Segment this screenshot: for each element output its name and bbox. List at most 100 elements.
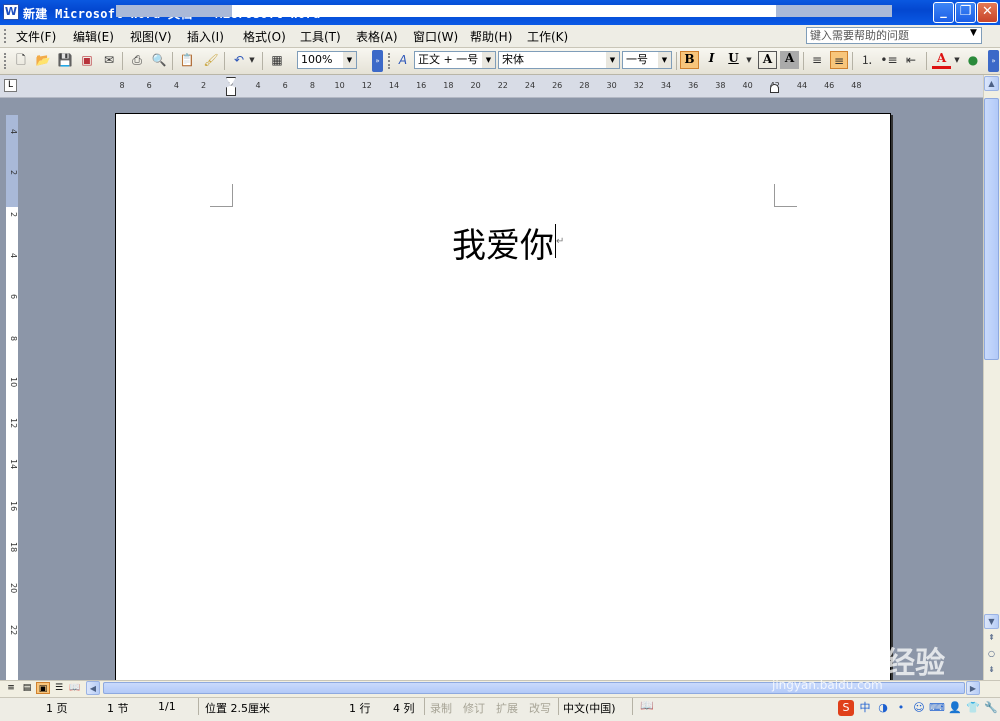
chevron-down-icon[interactable]: ▼ xyxy=(482,52,495,68)
scroll-left-button[interactable]: ◀ xyxy=(86,681,100,695)
ime-tools-icon[interactable]: 🔧 xyxy=(983,700,999,716)
ime-punctuation-icon[interactable]: ◑ xyxy=(875,700,891,716)
next-page-button[interactable]: ⇟ xyxy=(984,663,999,678)
character-shading-button[interactable]: A xyxy=(780,51,799,69)
menu-tools[interactable]: 工具(T) xyxy=(300,28,341,45)
outline-view-icon[interactable]: ☰ xyxy=(52,682,66,694)
new-document-icon[interactable]: 🗋 xyxy=(12,51,30,69)
bullets-icon[interactable]: •≡ xyxy=(880,51,898,69)
chevron-down-icon[interactable]: ▼ xyxy=(658,52,671,68)
status-position: 位置 2.5厘米 xyxy=(205,702,270,715)
menu-edit[interactable]: 编辑(E) xyxy=(73,28,114,45)
maximize-button[interactable]: ❐ xyxy=(955,2,976,23)
help-question-input[interactable]: 键入需要帮助的问题 xyxy=(806,27,982,44)
undo-icon[interactable]: ↶ xyxy=(230,51,248,69)
underline-dropdown-icon[interactable]: ▼ xyxy=(744,51,754,69)
ime-chinese-mode[interactable]: 中 xyxy=(857,700,873,716)
insert-table-icon[interactable]: ▦ xyxy=(268,51,286,69)
scroll-down-button[interactable]: ▼ xyxy=(984,614,999,629)
email-icon[interactable]: ✉ xyxy=(100,51,118,69)
close-button[interactable]: ✕ xyxy=(977,2,998,23)
numbering-icon[interactable]: ⒈ xyxy=(858,51,876,69)
undo-dropdown-icon[interactable]: ▼ xyxy=(247,51,257,69)
print-icon[interactable]: ⎙ xyxy=(128,51,146,69)
chevron-down-icon[interactable]: ▼ xyxy=(606,52,619,68)
word-app-icon[interactable]: W xyxy=(3,4,19,20)
sogou-ime-icon[interactable]: S xyxy=(838,700,854,716)
menu-view[interactable]: 视图(V) xyxy=(130,28,172,45)
document-text[interactable]: 我爱你 xyxy=(452,218,554,267)
font-color-dropdown-icon[interactable]: ▼ xyxy=(952,51,962,69)
status-language[interactable]: 中文(中国) xyxy=(563,700,616,716)
minimize-button[interactable]: _ xyxy=(933,2,954,23)
paragraph-mark-icon: ↵ xyxy=(556,236,565,247)
status-record[interactable]: 录制 xyxy=(430,700,452,716)
ime-fullwidth-icon[interactable]: • xyxy=(893,700,909,716)
paste-icon[interactable]: 📋 xyxy=(178,51,196,69)
toolbar-options-icon[interactable]: » xyxy=(372,50,383,72)
decrease-indent-icon[interactable]: ⇤ xyxy=(902,51,920,69)
ruler-tick-label: 4 xyxy=(255,81,261,90)
status-overtype[interactable]: 改写 xyxy=(529,700,551,716)
print-preview-icon[interactable]: 🔍 xyxy=(150,51,168,69)
align-center-icon[interactable]: ≡ xyxy=(830,51,848,69)
menu-help[interactable]: 帮助(H) xyxy=(470,28,512,45)
status-column: 4 列 xyxy=(393,702,415,715)
menu-work[interactable]: 工作(K) xyxy=(527,28,568,45)
document-page[interactable] xyxy=(115,113,891,683)
save-icon[interactable]: 💾 xyxy=(56,51,74,69)
print-layout-icon[interactable]: ▣ xyxy=(36,682,50,694)
bold-button[interactable]: B xyxy=(680,51,699,69)
scroll-up-button[interactable]: ▲ xyxy=(984,76,999,91)
select-browse-object-icon[interactable]: ○ xyxy=(984,647,999,662)
previous-page-button[interactable]: ⇞ xyxy=(984,631,999,646)
ime-emoji-icon[interactable]: ☺ xyxy=(911,700,927,716)
style-select[interactable]: 正文 + 一号 ▼ xyxy=(414,51,496,69)
permission-icon[interactable]: ▣ xyxy=(78,51,96,69)
menu-file[interactable]: 文件(F) xyxy=(16,28,56,45)
status-extend[interactable]: 扩展 xyxy=(496,700,518,716)
vertical-ruler-tick-label: 4 xyxy=(9,129,18,135)
tab-selector-icon[interactable]: L xyxy=(4,79,17,92)
font-select[interactable]: 宋体 ▼ xyxy=(498,51,620,69)
web-layout-icon[interactable]: ▤ xyxy=(20,682,34,694)
vertical-ruler-tick-label: 8 xyxy=(9,335,18,341)
reading-layout-icon[interactable]: 📖 xyxy=(68,682,82,694)
font-color-button[interactable]: A xyxy=(932,51,951,69)
italic-button[interactable]: I xyxy=(702,51,721,69)
vertical-scroll-thumb[interactable] xyxy=(984,98,999,360)
ruler-tick-label: 36 xyxy=(688,81,699,90)
menu-table[interactable]: 表格(A) xyxy=(356,28,398,45)
underline-button[interactable]: U xyxy=(724,51,743,69)
toolbar-grip[interactable] xyxy=(4,53,9,69)
normal-view-icon[interactable]: ≡ xyxy=(4,682,18,694)
globe-icon[interactable]: ● xyxy=(964,51,982,69)
ruler-tick-label: 28 xyxy=(579,81,590,90)
menu-format[interactable]: 格式(O) xyxy=(243,28,286,45)
scroll-right-button[interactable]: ▶ xyxy=(966,681,980,695)
ime-user-icon[interactable]: 👤 xyxy=(947,700,963,716)
ime-keyboard-icon[interactable]: ⌨ xyxy=(929,700,945,716)
spelling-check-icon[interactable]: 📖 xyxy=(640,699,654,712)
right-indent-marker[interactable] xyxy=(770,84,779,93)
menubar-grip[interactable] xyxy=(4,29,9,43)
help-dropdown-arrow[interactable]: ▼ xyxy=(970,28,977,38)
align-left-icon[interactable]: ≡ xyxy=(808,51,826,69)
ruler-tick-label: 20 xyxy=(470,81,481,90)
status-track-changes[interactable]: 修订 xyxy=(463,700,485,716)
character-border-button[interactable]: A xyxy=(758,51,777,69)
menu-insert[interactable]: 插入(I) xyxy=(187,28,224,45)
zoom-select[interactable]: 100% ▼ xyxy=(297,51,357,69)
format-painter-icon[interactable]: 🖌 xyxy=(202,51,220,69)
chevron-down-icon[interactable]: ▼ xyxy=(343,52,356,68)
ime-skin-icon[interactable]: 👕 xyxy=(965,700,981,716)
status-separator xyxy=(632,698,633,715)
toolbar-options-icon[interactable]: » xyxy=(988,50,999,72)
styles-pane-icon[interactable]: A xyxy=(394,51,412,69)
toolbar-grip[interactable] xyxy=(388,53,393,69)
font-size-select[interactable]: 一号 ▼ xyxy=(622,51,672,69)
vertical-ruler-tick-label: 2 xyxy=(9,170,18,176)
vertical-ruler-tick-label: 6 xyxy=(9,294,18,300)
menu-window[interactable]: 窗口(W) xyxy=(413,28,458,45)
open-folder-icon[interactable]: 📂 xyxy=(34,51,52,69)
